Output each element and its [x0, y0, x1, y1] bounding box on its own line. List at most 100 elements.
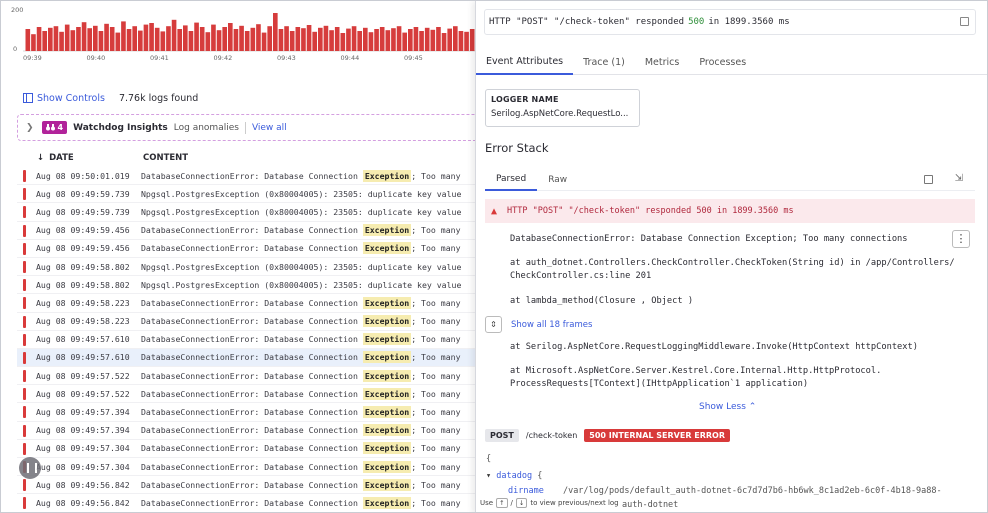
histogram-bar[interactable]: [211, 24, 216, 51]
content-column-header[interactable]: CONTENT: [107, 153, 188, 163]
tab-parsed[interactable]: Parsed: [485, 169, 538, 191]
histogram-bar[interactable]: [143, 24, 149, 51]
show-less-button[interactable]: Show Less ⌃: [699, 402, 756, 412]
histogram-bar[interactable]: [402, 32, 408, 51]
histogram-bar[interactable]: [25, 29, 31, 51]
histogram-bar[interactable]: [222, 27, 228, 51]
histogram-bar[interactable]: [64, 24, 70, 51]
logger-name-card[interactable]: LOGGER NAME Serilog.AspNetCore.RequestLo…: [485, 89, 640, 127]
show-controls-button[interactable]: Show Controls: [23, 93, 105, 104]
histogram-bar[interactable]: [216, 30, 222, 51]
histogram-bar[interactable]: [408, 29, 413, 51]
histogram-bar[interactable]: [250, 27, 256, 51]
histogram-bar[interactable]: [59, 31, 64, 51]
more-options-icon[interactable]: ⋮: [952, 230, 970, 248]
tab-event-attributes[interactable]: Event Attributes: [476, 49, 574, 75]
histogram-bar[interactable]: [76, 27, 81, 51]
histogram-bar[interactable]: [104, 23, 109, 51]
histogram-bar[interactable]: [312, 31, 318, 51]
histogram-bar[interactable]: [53, 26, 59, 51]
histogram-bar[interactable]: [138, 30, 143, 51]
histogram-bar[interactable]: [121, 21, 126, 51]
show-all-frames-button[interactable]: ⇕ Show all 18 frames: [485, 316, 592, 333]
pause-icon[interactable]: [19, 457, 41, 479]
tab-trace[interactable]: Trace (1): [573, 49, 635, 75]
expand-icon[interactable]: ⇲: [955, 173, 963, 184]
histogram-bar[interactable]: [424, 27, 430, 51]
histogram-bar[interactable]: [413, 27, 419, 51]
histogram-bar[interactable]: [430, 29, 436, 51]
histogram-bar[interactable]: [132, 26, 138, 51]
copy-icon[interactable]: [924, 175, 933, 184]
date-column-header[interactable]: ↓ DATE: [17, 153, 107, 163]
json-line-datadog[interactable]: ▾ datadog {: [486, 471, 542, 481]
histogram-bar[interactable]: [48, 27, 53, 51]
histogram-bar[interactable]: [301, 28, 306, 51]
histogram-bar[interactable]: [154, 27, 160, 51]
histogram-bar[interactable]: [357, 31, 363, 51]
log-row[interactable]: Aug 08 09:49:57.522 DatabaseConnectionErr…: [17, 385, 475, 404]
histogram-bar[interactable]: [36, 27, 42, 51]
histogram-bar[interactable]: [469, 29, 475, 51]
log-row[interactable]: Aug 08 09:49:57.610 DatabaseConnectionErr…: [17, 348, 475, 368]
status-code-tag[interactable]: 500 INTERNAL SERVER ERROR: [584, 429, 731, 442]
histogram-bar[interactable]: [295, 27, 301, 51]
histogram-bar[interactable]: [374, 29, 379, 51]
histogram-bar[interactable]: [346, 28, 351, 51]
histogram-bar[interactable]: [436, 27, 441, 51]
histogram-bar[interactable]: [273, 13, 278, 51]
histogram-bar[interactable]: [149, 23, 154, 51]
histogram-bar[interactable]: [261, 32, 267, 51]
histogram-bar[interactable]: [363, 27, 368, 51]
histogram-bar[interactable]: [351, 26, 357, 51]
histogram-bar[interactable]: [70, 30, 76, 51]
histogram-bar[interactable]: [458, 31, 464, 51]
histogram-bar[interactable]: [93, 25, 98, 51]
histogram-bar[interactable]: [188, 31, 194, 51]
histogram-bar[interactable]: [256, 24, 261, 51]
histogram-bar[interactable]: [441, 33, 447, 51]
histogram-bar[interactable]: [419, 31, 424, 51]
histogram-bar[interactable]: [177, 29, 183, 51]
url-path-tag[interactable]: /check-token: [523, 429, 580, 442]
histogram-bar[interactable]: [453, 26, 458, 51]
log-row[interactable]: Aug 08 09:49:57.394 DatabaseConnectionErr…: [17, 403, 475, 422]
histogram-bar[interactable]: [160, 31, 166, 51]
log-row[interactable]: Aug 08 09:49:58.223 DatabaseConnectionErr…: [17, 313, 475, 331]
copy-icon[interactable]: [960, 17, 969, 26]
log-row[interactable]: Aug 08 09:49:58.223 DatabaseConnectionErr…: [17, 294, 475, 313]
http-method-tag[interactable]: POST: [485, 429, 519, 442]
log-volume-histogram[interactable]: 200 0 09:39 09:40 09:41 09:42 09:43 09:44 09:4…: [1, 1, 475, 71]
histogram-bar[interactable]: [396, 26, 402, 51]
histogram-bar[interactable]: [126, 29, 132, 51]
histogram-bar[interactable]: [109, 27, 115, 51]
histogram-bar[interactable]: [205, 32, 211, 51]
view-all-link[interactable]: View all: [252, 123, 287, 133]
histogram-bar[interactable]: [199, 27, 205, 51]
histogram-bar[interactable]: [115, 32, 121, 51]
log-row[interactable]: Aug 08 09:49:56.842 DatabaseConnectionErr…: [17, 476, 475, 495]
histogram-bar[interactable]: [379, 27, 385, 51]
tab-metrics[interactable]: Metrics: [635, 49, 689, 75]
log-row[interactable]: Aug 08 09:49:56.842 DatabaseConnectionErr…: [17, 494, 475, 512]
histogram-bar[interactable]: [318, 27, 323, 51]
histogram-bar[interactable]: [87, 28, 93, 51]
histogram-bar[interactable]: [244, 31, 250, 51]
histogram-bar[interactable]: [323, 25, 329, 51]
log-row[interactable]: Aug 08 09:49:59.456 DatabaseConnectionErr…: [17, 240, 475, 258]
collapse-icon[interactable]: ▾: [486, 471, 491, 481]
histogram-bar[interactable]: [329, 30, 334, 51]
histogram-bar[interactable]: [98, 31, 104, 51]
histogram-bar[interactable]: [267, 26, 273, 51]
histogram-bar[interactable]: [81, 22, 87, 51]
log-row[interactable]: Aug 08 09:49:57.610 DatabaseConnectionErr…: [17, 331, 475, 349]
chevron-right-icon[interactable]: ❯: [26, 123, 34, 133]
tab-processes[interactable]: Processes: [689, 49, 756, 75]
log-row[interactable]: Aug 08 09:50:01.019 DatabaseConnectionErr…: [17, 167, 475, 186]
log-row[interactable]: Aug 08 09:49:57.304 DatabaseConnectionErr…: [17, 458, 475, 477]
log-row[interactable]: Aug 08 09:49:58.802 Npgsql.PostgresExcept…: [17, 258, 475, 277]
log-row[interactable]: Aug 08 09:49:59.739 Npgsql.PostgresExcept…: [17, 203, 475, 222]
histogram-bar[interactable]: [284, 26, 289, 51]
tab-raw[interactable]: Raw: [537, 169, 578, 191]
json-line-dirname[interactable]: dirname /var/log/pods/default_auth-dotne…: [508, 486, 942, 496]
